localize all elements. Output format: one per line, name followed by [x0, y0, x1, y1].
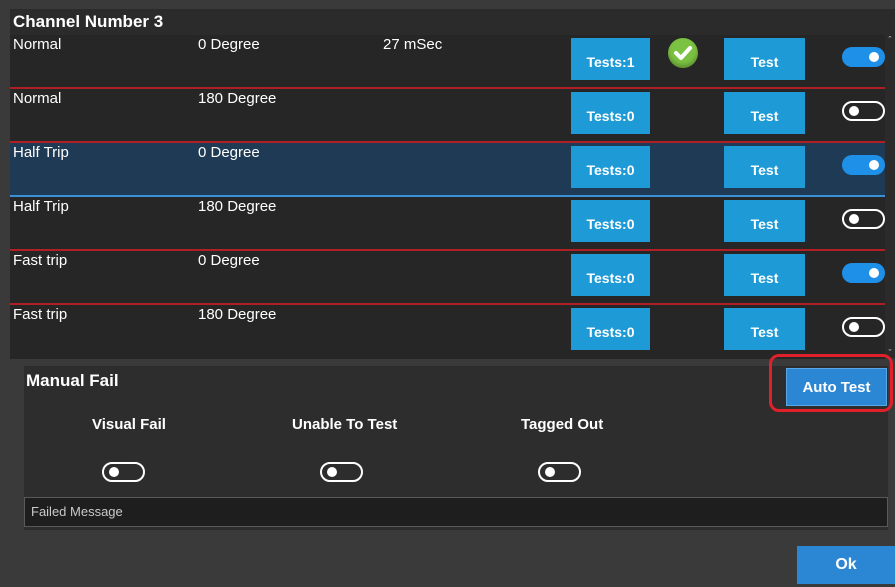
manual-fail-panel: Manual Fail Visual Fail Unable To Test T…: [24, 366, 888, 530]
visual-fail-toggle[interactable]: [102, 462, 145, 482]
visual-fail-label: Visual Fail: [92, 416, 166, 433]
tests-count-button[interactable]: Tests:0: [571, 146, 650, 188]
unable-to-test-label: Unable To Test: [292, 416, 398, 433]
test-degree: 0 Degree: [198, 144, 260, 161]
ok-button[interactable]: Ok: [797, 546, 895, 584]
test-row[interactable]: Normal 180 Degree Tests:0 Test: [10, 89, 885, 143]
test-name: Normal: [13, 36, 62, 53]
failed-message-input[interactable]: Failed Message: [24, 497, 888, 527]
test-row[interactable]: Fast trip 0 Degree Tests:0 Test: [10, 251, 885, 305]
scrollbar[interactable]: ˆ ˇ: [885, 35, 895, 358]
enable-toggle[interactable]: [842, 47, 885, 67]
enable-toggle[interactable]: [842, 101, 885, 121]
test-degree: 0 Degree: [198, 36, 260, 53]
test-button[interactable]: Test: [724, 200, 805, 242]
test-degree: 180 Degree: [198, 306, 277, 323]
unable-to-test-toggle[interactable]: [320, 462, 363, 482]
test-row[interactable]: Half Trip 180 Degree Tests:0 Test: [10, 197, 885, 251]
test-row[interactable]: Normal 0 Degree 27 mSec Tests:1 Test: [10, 35, 885, 89]
dialog-title: Channel Number 3: [10, 9, 895, 35]
test-button[interactable]: Test: [724, 254, 805, 296]
enable-toggle[interactable]: [842, 155, 885, 175]
test-degree: 0 Degree: [198, 252, 260, 269]
scroll-up-icon[interactable]: ˆ: [885, 35, 895, 45]
test-name: Half Trip: [13, 144, 69, 161]
tagged-out-toggle[interactable]: [538, 462, 581, 482]
test-button[interactable]: Test: [724, 38, 805, 80]
tests-count-button[interactable]: Tests:0: [571, 92, 650, 134]
enable-toggle[interactable]: [842, 263, 885, 283]
test-button[interactable]: Test: [724, 92, 805, 134]
test-button[interactable]: Test: [724, 308, 805, 350]
test-button[interactable]: Test: [724, 146, 805, 188]
tests-count-button[interactable]: Tests:0: [571, 200, 650, 242]
test-name: Half Trip: [13, 198, 69, 215]
tests-count-button[interactable]: Tests:0: [571, 308, 650, 350]
test-degree: 180 Degree: [198, 90, 277, 107]
enable-toggle[interactable]: [842, 209, 885, 229]
test-degree: 180 Degree: [198, 198, 277, 215]
test-name: Fast trip: [13, 306, 68, 323]
test-time: 27 mSec: [383, 36, 443, 53]
test-row[interactable]: Half Trip 0 Degree Tests:0 Test: [10, 143, 885, 197]
test-name: Fast trip: [13, 252, 68, 269]
tests-count-button[interactable]: Tests:0: [571, 254, 650, 296]
tagged-out-label: Tagged Out: [521, 416, 604, 433]
tests-count-button[interactable]: Tests:1: [571, 38, 650, 80]
test-list: Normal 0 Degree 27 mSec Tests:1 Test Nor…: [10, 35, 885, 359]
test-name: Normal: [13, 90, 62, 107]
auto-test-button[interactable]: Auto Test: [786, 368, 887, 406]
test-row[interactable]: Fast trip 180 Degree Tests:0 Test: [10, 305, 885, 359]
enable-toggle[interactable]: [842, 317, 885, 337]
manual-fail-title: Manual Fail: [26, 371, 119, 390]
check-icon: [668, 38, 698, 68]
